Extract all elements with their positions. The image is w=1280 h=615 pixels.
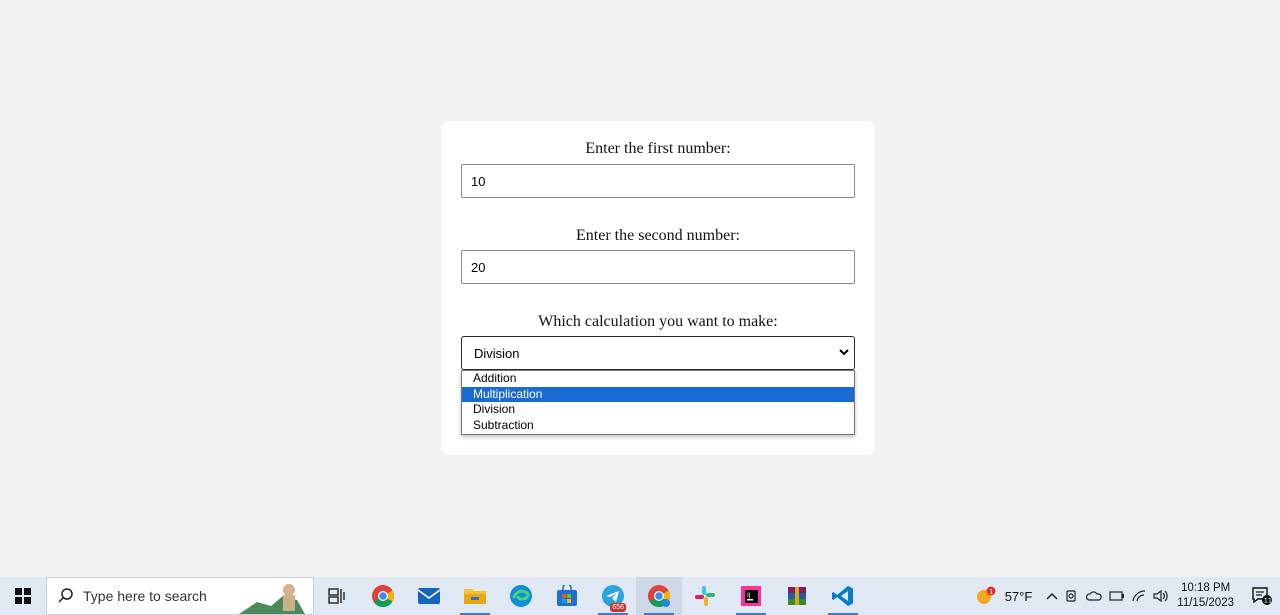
mail-button[interactable] xyxy=(406,577,452,615)
microsoft-store-button[interactable] xyxy=(544,577,590,615)
taskbar: Type here to search 656 IJ 1 57°F 10:18 … xyxy=(0,577,1280,615)
option-addition[interactable]: Addition xyxy=(462,371,854,387)
first-number-input[interactable]: 10 xyxy=(461,164,855,198)
weather-icon: 1 xyxy=(976,586,996,604)
chrome-profile-button[interactable] xyxy=(636,577,682,615)
meet-now-icon[interactable] xyxy=(1065,589,1079,603)
system-tray: 1 57°F 10:18 PM 11/15/2023 11 xyxy=(975,577,1280,615)
windows-icon xyxy=(15,588,31,604)
battery-icon[interactable] xyxy=(1109,590,1125,602)
weather-alert-count: 1 xyxy=(989,589,993,596)
clock-date: 11/15/2023 xyxy=(1177,597,1234,609)
microsoft-store-icon xyxy=(557,585,577,606)
file-explorer-button[interactable] xyxy=(452,577,498,615)
calculation-select[interactable]: Division xyxy=(461,336,855,370)
vscode-button[interactable] xyxy=(820,577,866,615)
telegram-unread-badge: 656 xyxy=(610,603,626,612)
wifi-icon[interactable] xyxy=(1132,590,1146,602)
taskbar-search-box[interactable]: Type here to search xyxy=(46,577,314,615)
mail-icon xyxy=(417,588,441,604)
first-number-label: Enter the first number: xyxy=(585,140,731,157)
second-number-label: Enter the second number: xyxy=(576,227,740,244)
chevron-down-icon xyxy=(839,349,849,356)
clock[interactable]: 10:18 PM 11/15/2023 xyxy=(1177,581,1234,611)
weather-widget[interactable]: 1 57°F xyxy=(975,586,1033,606)
vscode-icon xyxy=(832,586,853,606)
calculation-selected-value: Division xyxy=(474,345,520,361)
jetbrains-button[interactable]: IJ xyxy=(728,577,774,615)
weather-temperature: 57°F xyxy=(1004,588,1033,604)
first-number-value: 10 xyxy=(471,173,486,189)
telegram-button[interactable]: 656 xyxy=(590,577,636,615)
chevron-up-icon[interactable] xyxy=(1046,591,1058,601)
search-placeholder: Type here to search xyxy=(83,588,207,604)
option-division[interactable]: Division xyxy=(462,402,854,418)
winrar-icon xyxy=(788,587,806,605)
start-button[interactable] xyxy=(0,577,46,615)
edge-button[interactable] xyxy=(498,577,544,615)
winrar-button[interactable] xyxy=(774,577,820,615)
task-view-button[interactable] xyxy=(314,577,360,615)
slack-button[interactable] xyxy=(682,577,728,615)
option-subtraction[interactable]: Subtraction xyxy=(462,418,854,434)
search-icon xyxy=(58,588,73,603)
clock-time: 10:18 PM xyxy=(1181,582,1231,594)
task-view-icon xyxy=(328,588,345,604)
second-number-input[interactable]: 20 xyxy=(461,250,855,284)
notification-count: 11 xyxy=(1264,596,1272,604)
notification-center-button[interactable]: 11 xyxy=(1244,577,1280,615)
chrome-button[interactable] xyxy=(360,577,406,615)
tray-icons xyxy=(1046,589,1169,603)
chrome-icon xyxy=(372,585,394,607)
notification-icon: 11 xyxy=(1252,587,1272,605)
onedrive-icon[interactable] xyxy=(1086,589,1103,603)
calculation-dropdown-list: Addition Multiplication Division Subtrac… xyxy=(461,370,855,435)
chrome-profile-icon xyxy=(648,585,670,607)
speaker-icon[interactable] xyxy=(1153,589,1169,603)
edge-icon xyxy=(510,585,532,607)
jetbrains-icon: IJ xyxy=(741,586,761,606)
search-highlight-illustration xyxy=(239,584,305,614)
calculation-label: Which calculation you want to make: xyxy=(538,313,778,330)
svg-text:IJ: IJ xyxy=(747,592,751,599)
slack-icon xyxy=(695,586,715,606)
file-explorer-icon xyxy=(464,589,486,604)
option-multiplication[interactable]: Multiplication xyxy=(462,386,854,402)
second-number-value: 20 xyxy=(471,259,486,275)
